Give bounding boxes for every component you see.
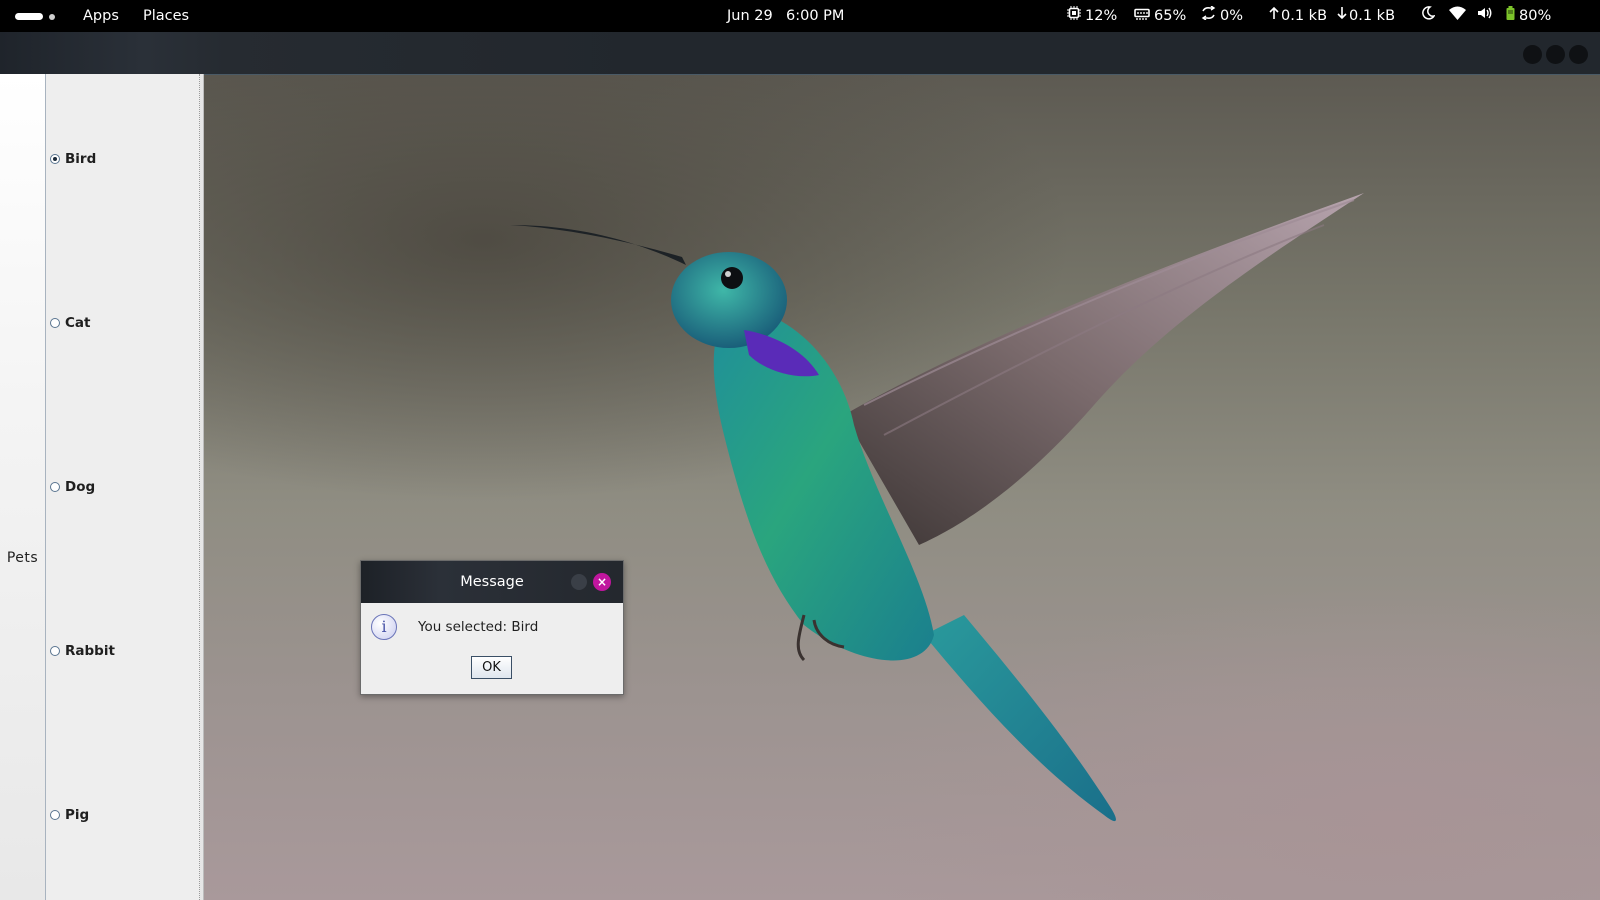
clock-label[interactable]: 6:00 PM xyxy=(786,0,844,32)
pet-options-panel: Bird Cat Dog Rabbit Pig xyxy=(46,74,204,900)
swap-icon xyxy=(1201,0,1216,32)
radio-label-dog: Dog xyxy=(65,479,96,495)
radio-option-pig[interactable]: Pig xyxy=(50,805,89,825)
dialog-minimize-button[interactable] xyxy=(571,574,587,590)
night-mode-indicator[interactable] xyxy=(1421,0,1439,32)
memory-indicator[interactable]: 65% xyxy=(1134,0,1186,32)
wifi-indicator[interactable] xyxy=(1449,0,1470,32)
radio-label-bird: Bird xyxy=(65,151,97,167)
radio-option-dog[interactable]: Dog xyxy=(50,477,95,497)
pets-tab-label: Pets xyxy=(6,550,39,566)
date-label[interactable]: Jun 29 xyxy=(727,0,773,32)
date-text: Jun 29 xyxy=(727,8,773,24)
places-menu[interactable]: Places xyxy=(143,0,189,32)
radio-button[interactable] xyxy=(50,810,60,820)
apps-menu[interactable]: Apps xyxy=(83,0,119,32)
cpu-value: 12% xyxy=(1085,8,1118,24)
window-minimize-button[interactable] xyxy=(1523,45,1542,64)
volume-indicator[interactable] xyxy=(1477,0,1497,32)
radio-option-cat[interactable]: Cat xyxy=(50,313,90,333)
ok-button[interactable]: OK xyxy=(471,656,512,679)
system-top-bar: Apps Places Jun 29 6:00 PM 12% 65% 0% 0.… xyxy=(0,0,1600,32)
radio-button[interactable] xyxy=(50,482,60,492)
pets-tab[interactable]: Pets xyxy=(0,74,46,900)
workspace-indicator-active[interactable] xyxy=(15,13,43,20)
upload-indicator[interactable]: 0.1 kB xyxy=(1269,0,1327,32)
memory-icon xyxy=(1134,0,1150,32)
upload-arrow-icon xyxy=(1269,0,1279,32)
download-value: 0.1 kB xyxy=(1349,8,1396,24)
download-indicator[interactable]: 0.1 kB xyxy=(1337,0,1395,32)
radio-label-pig: Pig xyxy=(65,807,90,823)
night-mode-icon xyxy=(1421,0,1436,32)
hummingbird-illustration xyxy=(510,193,1364,822)
wifi-icon xyxy=(1449,0,1466,32)
message-dialog: Message × i You selected: Bird OK xyxy=(360,560,624,695)
battery-value: 80% xyxy=(1519,8,1552,24)
window-titlebar[interactable] xyxy=(0,32,1600,75)
download-arrow-icon xyxy=(1337,0,1347,32)
dialog-titlebar[interactable]: Message × xyxy=(361,561,623,603)
cpu-indicator[interactable]: 12% xyxy=(1067,0,1117,32)
workspace-indicator[interactable] xyxy=(49,14,55,20)
pet-photo xyxy=(204,75,1600,900)
swap-indicator[interactable]: 0% xyxy=(1201,0,1243,32)
radio-label-rabbit: Rabbit xyxy=(65,643,115,659)
battery-icon xyxy=(1506,0,1515,32)
radio-option-bird[interactable]: Bird xyxy=(50,149,96,169)
memory-value: 65% xyxy=(1154,8,1187,24)
close-icon[interactable]: × xyxy=(593,573,611,591)
upload-value: 0.1 kB xyxy=(1281,8,1328,24)
radio-option-rabbit[interactable]: Rabbit xyxy=(50,641,115,661)
radio-button-checked[interactable] xyxy=(50,154,60,164)
radio-button[interactable] xyxy=(50,318,60,328)
swap-value: 0% xyxy=(1220,8,1244,24)
time-text: 6:00 PM xyxy=(786,8,845,24)
window-maximize-button[interactable] xyxy=(1546,45,1565,64)
battery-indicator[interactable]: 80% xyxy=(1506,0,1551,32)
radio-label-cat: Cat xyxy=(65,315,91,331)
dialog-message: You selected: Bird xyxy=(418,619,539,635)
radio-button[interactable] xyxy=(50,646,60,656)
info-icon: i xyxy=(371,614,397,640)
cpu-icon xyxy=(1067,0,1081,32)
window-close-button[interactable] xyxy=(1569,45,1588,64)
volume-icon xyxy=(1477,0,1493,32)
